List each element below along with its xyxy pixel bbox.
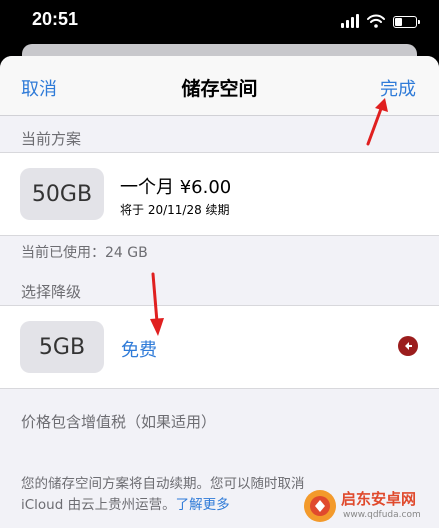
cellular-signal-icon	[341, 14, 359, 28]
current-plan-header: 当前方案	[21, 130, 82, 148]
page-title: 储存空间	[181, 78, 258, 100]
current-plan-tier: 50GB	[20, 168, 104, 220]
remove-selection-button[interactable]	[398, 336, 418, 356]
status-icons	[341, 12, 420, 28]
current-plan-cell: 50GB 一个月 ¥6.00 将于 20/11/28 续期	[0, 152, 439, 236]
downgrade-price-label: 免费	[121, 340, 157, 361]
current-plan-renewal: 将于 20/11/28 续期	[120, 203, 230, 217]
downgrade-option-5gb[interactable]: 5GB 免费	[0, 305, 439, 389]
nav-bar: 取消 储存空间 完成	[0, 56, 439, 116]
watermark-text: 启东安卓网	[341, 490, 417, 508]
storage-sheet: 取消 储存空间 完成 当前方案 50GB 一个月 ¥6.00 将于 20/11/…	[0, 56, 439, 528]
tax-note: 价格包含增值税（如果适用）	[21, 413, 217, 431]
storage-used-text: 当前已使用：24 GB	[21, 245, 148, 261]
downgrade-header: 选择降级	[21, 283, 82, 301]
battery-icon	[393, 16, 420, 28]
watermark: 启东安卓网 www.qdfuda.com	[303, 486, 431, 526]
status-bar: 20:51	[0, 0, 439, 40]
watermark-url: www.qdfuda.com	[343, 510, 421, 520]
done-button[interactable]: 完成	[380, 75, 416, 101]
footer-line-2-text: iCloud 由云上贵州运营。	[21, 497, 176, 513]
current-plan-name: 一个月 ¥6.00	[120, 177, 232, 198]
status-time: 20:51	[32, 9, 79, 29]
learn-more-link[interactable]: 了解更多	[176, 497, 230, 513]
downgrade-tier: 5GB	[20, 321, 104, 373]
wifi-icon	[367, 14, 385, 28]
watermark-logo-icon	[304, 490, 336, 522]
back-arrow-icon	[405, 342, 412, 350]
